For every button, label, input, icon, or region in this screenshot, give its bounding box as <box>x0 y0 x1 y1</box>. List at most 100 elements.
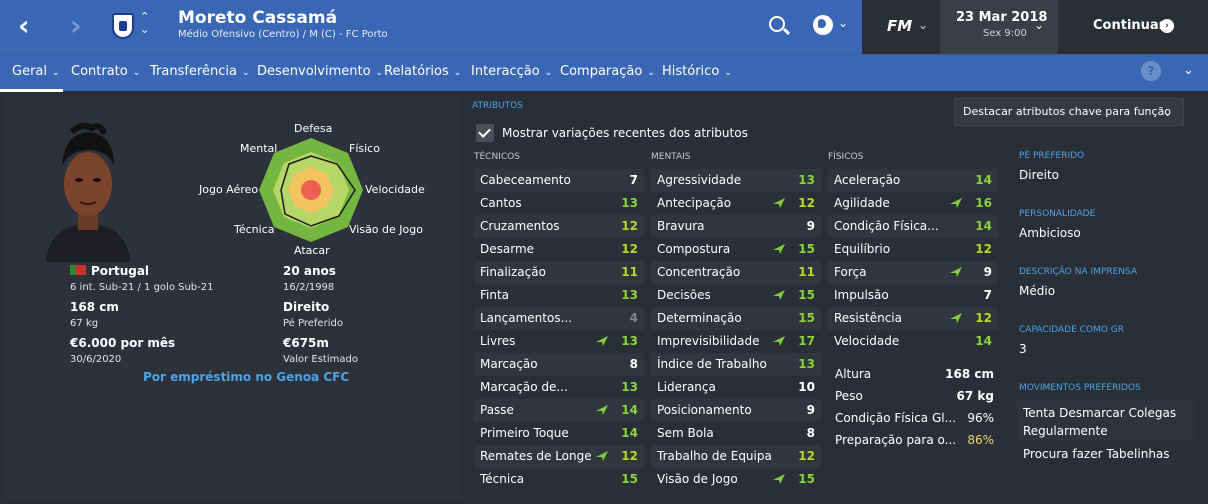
attribute-row[interactable]: Finta 13 <box>474 284 644 307</box>
attribute-row[interactable]: Lançamentos... 4 <box>474 307 644 330</box>
attribute-row[interactable]: Compostura 15 <box>651 238 821 261</box>
attribute-row[interactable]: Impulsão 7 <box>828 284 998 307</box>
continue-arrow-icon[interactable]: › <box>1160 19 1174 33</box>
attribute-name: Finta <box>480 288 510 302</box>
player-position-club: Médio Ofensivo (Centro) / M (C) - FC Por… <box>178 29 388 40</box>
chevron-down-icon[interactable]: ⌄ <box>838 16 848 30</box>
attribute-row[interactable]: Sem Bola 8 <box>651 422 821 445</box>
show-changes-checkbox[interactable] <box>476 124 494 142</box>
continue-label[interactable]: Continuar <box>1093 18 1165 33</box>
radar-label-visao: Visão de Jogo <box>349 223 423 236</box>
tab-label: Comparação <box>560 64 643 79</box>
attribute-row[interactable]: Índice de Trabalho 13 <box>651 353 821 376</box>
chevron-down-icon[interactable]: ⌄ <box>1163 106 1172 119</box>
attribute-name: Sem Bola <box>657 426 714 440</box>
attribute-row[interactable]: Bravura 9 <box>651 215 821 238</box>
chevron-down-icon[interactable]: ⌄ <box>918 18 928 32</box>
age: 20 anos <box>283 264 336 278</box>
attribute-row[interactable]: Condição Física... 14 <box>828 215 998 238</box>
chevron-down-icon: ⌄ <box>132 68 141 78</box>
loan-link[interactable]: Por empréstimo no Genoa CFC <box>143 370 349 384</box>
preferred-move-row[interactable]: Tenta Desmarcar Colegas Regularmente <box>1017 401 1196 441</box>
attribute-row[interactable]: Concentração 11 <box>651 261 821 284</box>
attribute-row[interactable]: Determinação 15 <box>651 307 821 330</box>
fm-logo[interactable]: FM <box>887 17 912 35</box>
attribute-value: 12 <box>975 311 992 325</box>
attribute-name: Marcação de... <box>480 380 568 394</box>
tab-desenvolvimento[interactable]: Desenvolvimento ⌄ <box>257 64 383 79</box>
attribute-row[interactable]: Trabalho de Equipa 12 <box>651 445 821 468</box>
attribute-row[interactable]: Imprevisibilidade 17 <box>651 330 821 353</box>
column-title-mentais: MENTAIS <box>651 152 691 162</box>
attribute-row[interactable]: Decisões 15 <box>651 284 821 307</box>
attribute-row[interactable]: Cruzamentos 12 <box>474 215 644 238</box>
attribute-row[interactable]: Passe 14 <box>474 399 644 422</box>
tab-bar: Geral ⌄ Contrato ⌄ Transferência ⌄ Desenvol… <box>0 54 1208 91</box>
attribute-row[interactable]: Força 9 <box>828 261 998 284</box>
tab-contrato[interactable]: Contrato ⌄ <box>71 64 140 79</box>
help-icon[interactable]: ? <box>1141 61 1161 81</box>
estimated-value-label: Valor Estimado <box>283 354 358 365</box>
forward-arrow-icon[interactable]: › <box>70 12 82 40</box>
attribute-row[interactable]: Livres 13 <box>474 330 644 353</box>
attribute-row[interactable]: Velocidade 14 <box>828 330 998 353</box>
attribute-up-arrow-icon <box>596 451 608 461</box>
attribute-value: 13 <box>621 334 638 348</box>
chevron-down-icon[interactable]: ⌄ <box>1183 63 1194 78</box>
attribute-value: 12 <box>798 449 815 463</box>
attribute-row[interactable]: Primeiro Toque 14 <box>474 422 644 445</box>
tab-comparacao[interactable]: Comparação ⌄ <box>560 64 655 79</box>
preferred-foot-value: Direito <box>1019 168 1060 182</box>
tab-transferencia[interactable]: Transferência ⌄ <box>150 64 250 79</box>
attribute-row[interactable]: Visão de Jogo 15 <box>651 468 821 491</box>
attribute-row[interactable]: Finalização 11 <box>474 261 644 284</box>
tab-geral[interactable]: Geral ⌄ <box>12 64 60 79</box>
preferred-foot-title: PÉ PREFERIDO <box>1019 151 1085 161</box>
attribute-row[interactable]: Agressividade 13 <box>651 169 821 192</box>
attribute-value: 15 <box>798 472 815 486</box>
attribute-name: Determinação <box>657 311 742 325</box>
tab-label: Interacção <box>471 64 540 79</box>
attribute-row[interactable]: Remates de Longe 12 <box>474 445 644 468</box>
up-down-chevron-icon[interactable]: ⌃ ⌄ <box>140 10 149 36</box>
radar-label-jogo-aereo: Jogo Aéreo <box>199 183 259 196</box>
attribute-value: 13 <box>798 357 815 371</box>
tab-relatorios[interactable]: Relatórios ⌄ <box>384 64 461 79</box>
attribute-row[interactable]: Cantos 13 <box>474 192 644 215</box>
attribute-row[interactable]: Cabeceamento 7 <box>474 169 644 192</box>
attribute-row[interactable]: Equilíbrio 12 <box>828 238 998 261</box>
attribute-name: Lançamentos... <box>480 311 573 325</box>
attribute-name: Aceleração <box>834 173 901 187</box>
chevron-down-icon: ⌄ <box>375 68 384 78</box>
attribute-row[interactable]: Antecipação 12 <box>651 192 821 215</box>
attribute-row[interactable]: Liderança 10 <box>651 376 821 399</box>
tab-label: Relatórios <box>384 64 449 79</box>
attribute-row[interactable]: Desarme 12 <box>474 238 644 261</box>
attribute-row[interactable]: Marcação 8 <box>474 353 644 376</box>
attribute-row[interactable]: Técnica 15 <box>474 468 644 491</box>
wage: €6.000 por mês <box>70 336 176 350</box>
tab-interaccao[interactable]: Interacção ⌄ <box>471 64 552 79</box>
chevron-down-icon[interactable]: ⌄ <box>1034 18 1044 32</box>
chevron-down-icon: ⌄ <box>724 68 732 78</box>
attribute-row[interactable]: Resistência 12 <box>828 307 998 330</box>
attribute-up-arrow-icon <box>773 336 785 346</box>
preferred-move-row[interactable]: Procura fazer Tabelinhas <box>1017 443 1196 467</box>
attribute-row[interactable]: Aceleração 14 <box>828 169 998 192</box>
attribute-row[interactable]: Posicionamento 9 <box>651 399 821 422</box>
nationality[interactable]: Portugal <box>91 264 149 278</box>
attribute-row[interactable]: Marcação de... 13 <box>474 376 644 399</box>
gk-ability-title: CAPACIDADE COMO GR <box>1019 325 1124 335</box>
globe-icon[interactable] <box>813 15 833 35</box>
attribute-value: 11 <box>621 265 638 279</box>
attribute-value: 8 <box>629 357 638 371</box>
highlight-key-attributes-label[interactable]: Destacar atributos chave para função <box>963 105 1171 118</box>
height-label: Altura <box>835 367 872 381</box>
show-changes-label[interactable]: Mostrar variações recentes dos atributos <box>502 126 748 140</box>
attribute-name: Desarme <box>480 242 535 256</box>
attribute-name: Finalização <box>480 265 546 279</box>
attribute-row[interactable]: Agilidade 16 <box>828 192 998 215</box>
search-icon[interactable] <box>769 16 785 32</box>
tab-historico[interactable]: Histórico ⌄ <box>662 64 732 79</box>
back-arrow-icon[interactable]: ‹ <box>18 12 30 40</box>
